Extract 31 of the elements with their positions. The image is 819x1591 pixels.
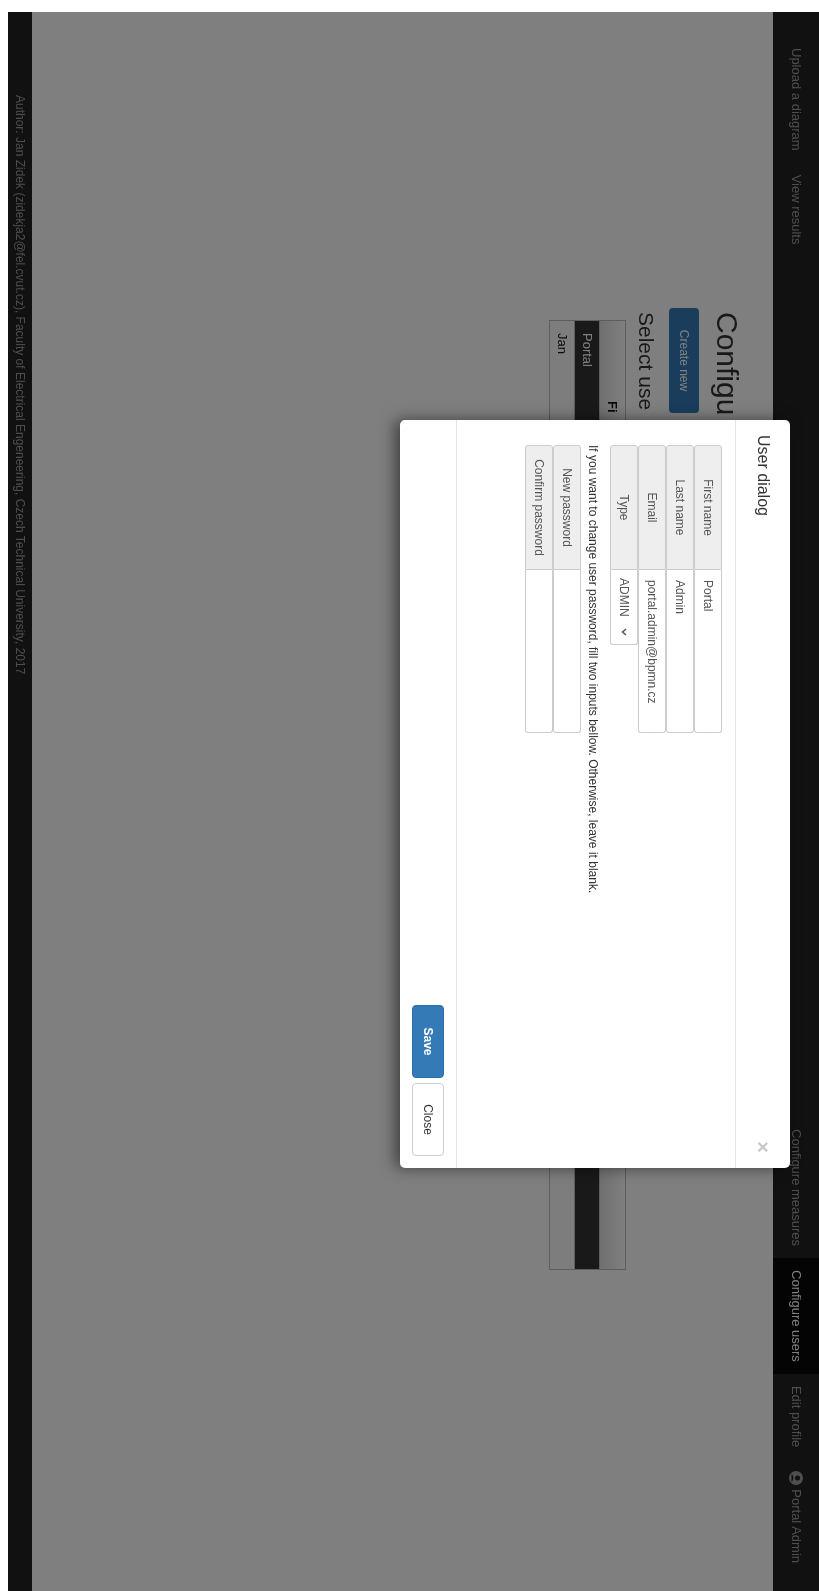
field-label: Confirm password (525, 445, 553, 570)
chevron-down-icon (621, 628, 627, 636)
field-label: First name (694, 445, 722, 570)
field-label: New password (553, 445, 581, 570)
user-icon (789, 1471, 803, 1486)
footer-text: Author: Jan Zidek (zidekja2@fel.cvut.cz), Faculty of Electrical Engeneering, Czech Technical University, 2017 (12, 95, 28, 675)
nav-link[interactable]: Upload a diagram (773, 36, 819, 163)
input-field[interactable]: Portal (694, 570, 722, 733)
save-button[interactable]: Save (412, 1005, 444, 1078)
password-field[interactable] (525, 570, 553, 733)
field-label: Last name (666, 445, 694, 570)
nav-link[interactable]: Edit profile (773, 1373, 819, 1460)
section-heading: Select use (634, 312, 659, 411)
input-field[interactable]: portal.admin@bpmn.cz (638, 570, 666, 733)
input-field[interactable]: Admin (666, 570, 694, 733)
type-select[interactable]: ADMIN (610, 570, 638, 645)
table-cell-text: Jan (553, 332, 571, 354)
close-dialog-button[interactable]: Close (412, 1083, 444, 1156)
dialog-title: User dialog (754, 435, 773, 516)
nav-link[interactable]: Configure measures (773, 1117, 819, 1259)
table-cell-text: Portal (578, 332, 596, 367)
nav-link[interactable]: View results (773, 162, 819, 257)
help-text: If you want to change user password, fill two inputs bellow. Otherwise, leave it blank. (585, 445, 601, 896)
password-field[interactable] (553, 570, 581, 733)
user-menu[interactable]: Portal Admin (773, 1459, 819, 1575)
field-label: Email (638, 445, 666, 570)
page-heading: Configu (710, 312, 745, 416)
create-new-button[interactable]: Create new (669, 308, 699, 413)
column-header: Fi (604, 401, 622, 413)
nav-link[interactable]: Configure users (773, 1258, 819, 1374)
field-label: Type (610, 445, 638, 570)
